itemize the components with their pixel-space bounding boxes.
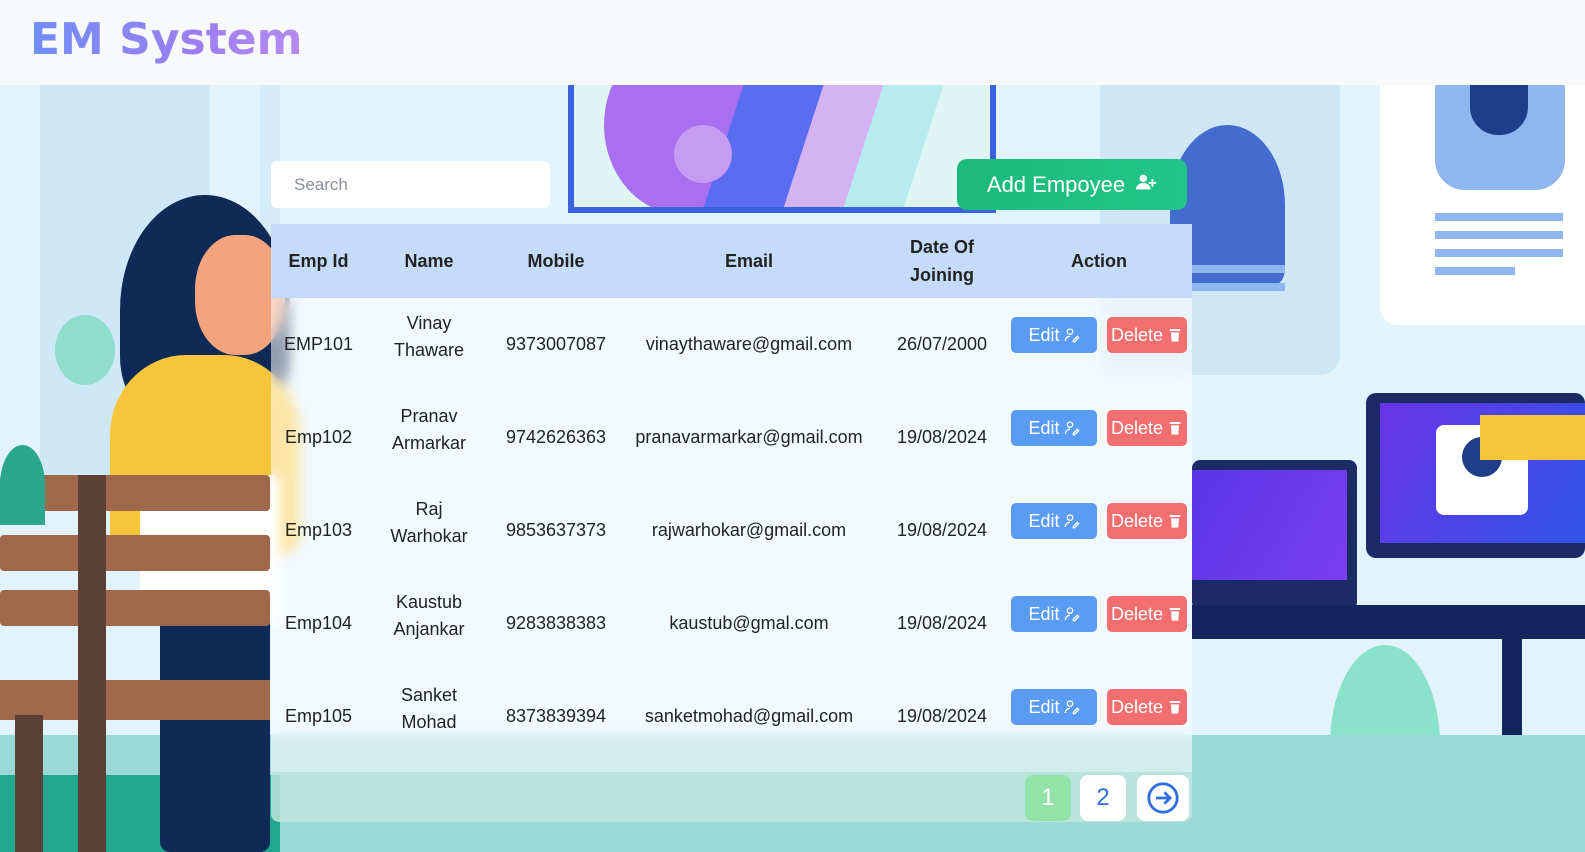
edit-button[interactable]: Edit xyxy=(1011,503,1097,539)
cell-mobile: 9283838383 xyxy=(505,613,607,633)
user-edit-icon xyxy=(1064,328,1080,343)
row-actions: Edit Delete xyxy=(1011,317,1187,353)
cell-email: rajwarhokar@gmail.com xyxy=(651,520,847,540)
employee-table: Emp Id Name Mobile Email Date Of Joining… xyxy=(271,224,1192,822)
trash-icon xyxy=(1169,701,1181,714)
trash-icon xyxy=(1169,608,1181,621)
edit-label: Edit xyxy=(1028,603,1060,624)
edit-button[interactable]: Edit xyxy=(1011,689,1097,725)
delete-label: Delete xyxy=(1110,324,1164,345)
next-page-button[interactable] xyxy=(1137,775,1189,821)
cell-doj: 19/08/2024 xyxy=(896,520,988,540)
search-input[interactable] xyxy=(271,161,550,208)
cell-email: kaustub@gmal.com xyxy=(669,613,829,633)
trash-icon xyxy=(1169,422,1181,435)
cell-doj: 19/08/2024 xyxy=(896,427,988,447)
cell-doj: 26/07/2000 xyxy=(896,334,988,354)
page-button-1[interactable]: 1 xyxy=(1025,775,1071,821)
trash-icon xyxy=(1169,329,1181,342)
header-name: Name xyxy=(404,251,454,271)
add-employee-button[interactable]: Add Empoyee xyxy=(957,159,1187,210)
edit-button[interactable]: Edit xyxy=(1011,410,1097,446)
header-action: Action xyxy=(1071,251,1127,271)
cell-emp-id: Emp102 xyxy=(284,427,353,447)
header-email: Email xyxy=(724,251,774,271)
delete-button[interactable]: Delete xyxy=(1107,689,1187,725)
edit-button[interactable]: Edit xyxy=(1011,317,1097,353)
delete-label: Delete xyxy=(1110,696,1164,717)
header-emp-id: Emp Id xyxy=(288,251,349,271)
cell-name: Sanket Mohad xyxy=(400,684,458,732)
cell-doj: 19/08/2024 xyxy=(896,706,988,726)
add-employee-label: Add Empoyee xyxy=(986,171,1126,197)
cell-emp-id: EMP101 xyxy=(283,334,354,354)
user-edit-icon xyxy=(1064,421,1080,436)
cell-doj: 19/08/2024 xyxy=(896,613,988,633)
edit-label: Edit xyxy=(1028,510,1060,531)
cell-email: sanketmohad@gmail.com xyxy=(644,706,854,726)
pagination: 1 2 xyxy=(271,772,1192,822)
row-actions: Edit Delete xyxy=(1011,503,1187,539)
table-header: Emp Id Name Mobile Email Date Of Joining… xyxy=(271,224,1192,298)
row-actions: Edit Delete xyxy=(1011,689,1187,725)
user-plus-icon xyxy=(1135,171,1157,199)
delete-button[interactable]: Delete xyxy=(1107,503,1187,539)
header-mobile: Mobile xyxy=(527,251,585,271)
page-button-2[interactable]: 2 xyxy=(1080,775,1126,821)
edit-label: Edit xyxy=(1028,417,1060,438)
delete-label: Delete xyxy=(1110,417,1164,438)
edit-label: Edit xyxy=(1028,324,1060,345)
cell-emp-id: Emp104 xyxy=(284,613,353,633)
user-edit-icon xyxy=(1064,514,1080,529)
cell-name: Kaustub Anjankar xyxy=(393,591,465,639)
top-header: EM System xyxy=(0,0,1585,85)
table-body: EMP101 Vinay Thaware 9373007087 vinaytha… xyxy=(271,298,1192,772)
edit-label: Edit xyxy=(1028,696,1060,717)
cell-name: Raj Warhokar xyxy=(390,498,468,546)
header-date-of-joining: Date Of Joining xyxy=(909,237,974,285)
cell-email: pranavarmarkar@gmail.com xyxy=(635,427,863,447)
delete-button[interactable]: Delete xyxy=(1107,317,1187,353)
cell-mobile: 9742626363 xyxy=(505,427,607,447)
arrow-right-circle-icon xyxy=(1147,782,1179,814)
cell-mobile: 8373839394 xyxy=(505,706,607,726)
cell-mobile: 9853637373 xyxy=(505,520,607,540)
cell-name: Vinay Thaware xyxy=(393,312,465,360)
cell-emp-id: Emp105 xyxy=(284,706,353,726)
user-edit-icon xyxy=(1064,607,1080,622)
cell-mobile: 9373007087 xyxy=(505,334,607,354)
trash-icon xyxy=(1169,515,1181,528)
cell-emp-id: Emp103 xyxy=(284,520,353,540)
app-title: EM System xyxy=(30,14,303,65)
row-actions: Edit Delete xyxy=(1011,596,1187,632)
delete-button[interactable]: Delete xyxy=(1107,410,1187,446)
edit-button[interactable]: Edit xyxy=(1011,596,1097,632)
delete-label: Delete xyxy=(1110,510,1164,531)
cell-name: Pranav Armarkar xyxy=(391,405,466,453)
row-actions: Edit Delete xyxy=(1011,410,1187,446)
user-edit-icon xyxy=(1064,700,1080,715)
delete-button[interactable]: Delete xyxy=(1107,596,1187,632)
delete-label: Delete xyxy=(1110,603,1164,624)
cell-email: vinaythaware@gmail.com xyxy=(645,334,853,354)
